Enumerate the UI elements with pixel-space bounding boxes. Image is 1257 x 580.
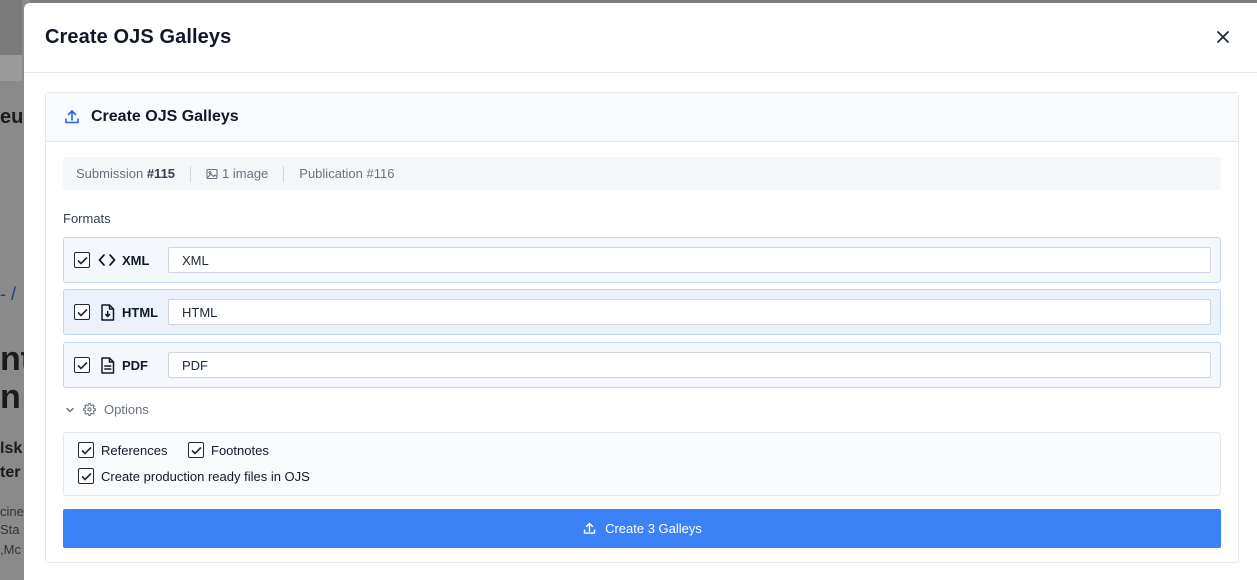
modal-title: Create OJS Galleys xyxy=(45,26,232,48)
xml-galley-label-input[interactable] xyxy=(168,247,1211,273)
check-icon xyxy=(76,256,88,265)
upload-icon xyxy=(583,522,596,534)
galleys-card: Create OJS Galleys Submission #115 1 ima… xyxy=(45,92,1239,563)
upload-icon xyxy=(65,110,79,124)
meta-divider xyxy=(283,165,285,182)
html-galley-label-input[interactable] xyxy=(168,299,1211,325)
code-icon xyxy=(98,251,116,269)
footnotes-option[interactable]: Footnotes xyxy=(188,442,269,458)
create-galleys-label: Create 3 Galleys xyxy=(605,521,702,536)
references-label: References xyxy=(101,442,168,458)
background-text: ter xyxy=(0,464,21,481)
references-checkbox[interactable] xyxy=(78,442,94,458)
pdf-checkbox[interactable] xyxy=(74,357,90,373)
file-code-icon xyxy=(98,303,116,321)
options-panel: References Footnotes Create production r… xyxy=(63,432,1221,496)
background-text: lsk xyxy=(0,440,23,457)
background-text: eu xyxy=(0,106,24,128)
production-ready-checkbox[interactable] xyxy=(78,468,94,484)
card-header: Create OJS Galleys xyxy=(46,93,1238,142)
xml-checkbox[interactable] xyxy=(74,252,90,268)
format-row-html: HTML xyxy=(63,289,1221,335)
background-text: cine xyxy=(0,504,24,519)
options-label: Options xyxy=(104,402,149,417)
image-count: 1 image xyxy=(206,166,268,181)
image-icon xyxy=(206,168,218,179)
production-ready-label: Create production ready files in OJS xyxy=(101,468,310,484)
background-text: Sta xyxy=(0,522,20,537)
card-title: Create OJS Galleys xyxy=(91,108,239,125)
options-toggle[interactable]: Options xyxy=(65,402,149,417)
check-icon xyxy=(190,446,202,455)
create-galleys-modal: Create OJS Galleys Create OJS Galleys Su… xyxy=(24,3,1257,580)
background-text: n xyxy=(0,378,21,416)
pdf-galley-label-input[interactable] xyxy=(168,352,1211,378)
publication-info: Publication #116 xyxy=(299,166,395,181)
format-row-xml: XML xyxy=(63,237,1221,283)
create-galleys-button[interactable]: Create 3 Galleys xyxy=(63,509,1221,548)
background-text: ,Mc xyxy=(0,542,21,557)
pdf-label: PDF xyxy=(122,357,148,373)
background-strip xyxy=(0,0,22,55)
xml-label: XML xyxy=(122,252,150,268)
submission-info: Submission #115 xyxy=(76,166,176,181)
close-button[interactable] xyxy=(1213,27,1233,47)
check-icon xyxy=(80,446,92,455)
production-ready-option[interactable]: Create production ready files in OJS xyxy=(78,468,310,484)
html-checkbox[interactable] xyxy=(74,304,90,320)
formats-label: Formats xyxy=(63,211,111,226)
check-icon xyxy=(76,308,88,317)
check-icon xyxy=(80,472,92,481)
modal-header: Create OJS Galleys xyxy=(24,3,1257,73)
submission-meta: Submission #115 1 image Publication #116 xyxy=(63,157,1221,190)
check-icon xyxy=(76,361,88,370)
footnotes-checkbox[interactable] xyxy=(188,442,204,458)
gear-icon xyxy=(83,403,96,416)
chevron-down-icon xyxy=(66,407,74,412)
references-option[interactable]: References xyxy=(78,442,167,458)
background-strip xyxy=(0,55,22,81)
html-label: HTML xyxy=(122,304,159,320)
footnotes-label: Footnotes xyxy=(211,442,269,458)
meta-divider xyxy=(190,165,192,182)
file-text-icon xyxy=(98,356,116,374)
format-row-pdf: PDF xyxy=(63,342,1221,388)
close-icon xyxy=(1217,31,1229,43)
background-text: - / xyxy=(0,284,16,304)
